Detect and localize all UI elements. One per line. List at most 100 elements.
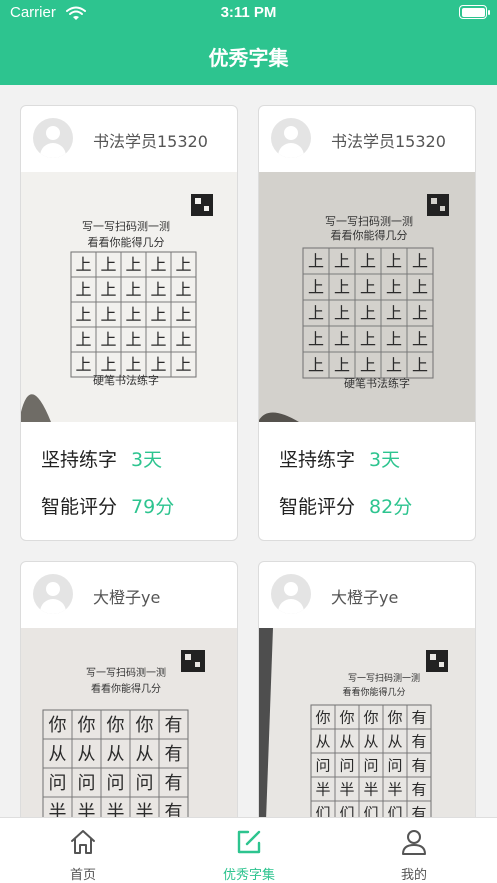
sheet-subtitle: 看看你能得几分 bbox=[331, 228, 408, 242]
work-card[interactable]: 大橙子ye 写一写扫码测一测 看看你能得几分 你你你你有从从从从有问问问问有半半… bbox=[258, 561, 476, 817]
sheet-title: 写一写扫码测一测 bbox=[82, 220, 170, 233]
practice-character: 有 bbox=[411, 732, 426, 750]
practice-character: 从 bbox=[136, 744, 154, 765]
practice-days: 坚持练字 3天 bbox=[41, 445, 162, 472]
practice-character: 们 bbox=[339, 804, 354, 817]
calligraphy-photo[interactable]: 写一写扫码测一测 看看你能得几分 你你你你有从从从从有问问问问有半半半半有们们们… bbox=[259, 628, 475, 817]
practice-days-label: 坚持练字 bbox=[279, 449, 356, 471]
practice-character: 从 bbox=[78, 744, 96, 765]
practice-character: 问 bbox=[78, 773, 96, 794]
username[interactable]: 大橙子ye bbox=[93, 584, 160, 608]
practice-character: 们 bbox=[387, 804, 402, 817]
tab-home-label: 首页 bbox=[69, 868, 96, 883]
sheet-title: 写一写扫码测一测 bbox=[325, 215, 413, 228]
sheet-title: 写一写扫码测一测 bbox=[86, 666, 166, 679]
status-bar: Carrier 3:11 PM bbox=[0, 0, 497, 28]
sheet-title: 写一写扫码测一测 bbox=[348, 672, 420, 684]
practice-character: 上 bbox=[412, 278, 428, 297]
practice-character: 有 bbox=[411, 780, 426, 798]
avatar[interactable] bbox=[33, 118, 73, 158]
practice-character: 有 bbox=[165, 744, 183, 765]
practice-character: 上 bbox=[100, 330, 116, 349]
practice-character: 上 bbox=[360, 304, 376, 323]
practice-character: 有 bbox=[411, 708, 426, 726]
practice-character: 上 bbox=[386, 330, 402, 349]
calligraphy-photo[interactable]: 写一写扫码测一测 看看你能得几分 上上上上上上上上上上上上上上上上上上上上上上上… bbox=[259, 172, 475, 422]
practice-character: 从 bbox=[107, 744, 125, 765]
practice-days-value: 3天 bbox=[369, 449, 401, 471]
practice-character: 半 bbox=[387, 780, 402, 798]
practice-character: 半 bbox=[339, 780, 354, 798]
work-card[interactable]: 书法学员15320 写一写扫码测一测 看看你能得几分 上上上上上上上上上上上上上… bbox=[258, 105, 476, 541]
practice-character: 上 bbox=[125, 305, 141, 324]
practice-character: 上 bbox=[175, 330, 191, 349]
practice-character: 上 bbox=[175, 255, 191, 274]
practice-character: 上 bbox=[125, 355, 141, 374]
practice-character: 你 bbox=[363, 708, 378, 726]
practice-character: 你 bbox=[136, 715, 154, 736]
practice-character: 上 bbox=[150, 330, 166, 349]
nav-header: Carrier 3:11 PM 优秀字集 bbox=[0, 0, 497, 85]
sheet-footer: 硬笔书法练字 bbox=[93, 373, 159, 387]
practice-character: 上 bbox=[150, 255, 166, 274]
ai-score-label: 智能评分 bbox=[41, 496, 118, 518]
calligraphy-photo[interactable]: 写一写扫码测一测 看看你能得几分 上上上上上上上上上上上上上上上上上上上上上上上… bbox=[21, 172, 237, 422]
card-header: 书法学员15320 bbox=[21, 106, 237, 172]
practice-character: 上 bbox=[360, 356, 376, 375]
practice-character: 上 bbox=[150, 305, 166, 324]
practice-character: 上 bbox=[334, 330, 350, 349]
practice-days-value: 3天 bbox=[131, 449, 163, 471]
works-grid[interactable]: 书法学员15320 写一写扫码测一测 看看你能得几分 上上上上上上上上上上上上上… bbox=[0, 85, 497, 817]
practice-character: 半 bbox=[136, 802, 154, 817]
practice-character: 问 bbox=[107, 773, 125, 794]
practice-character: 上 bbox=[308, 278, 324, 297]
practice-character: 问 bbox=[339, 756, 354, 774]
practice-character: 上 bbox=[75, 330, 91, 349]
tab-works[interactable]: 优秀字集 bbox=[189, 818, 309, 883]
tab-home[interactable]: 首页 bbox=[23, 818, 143, 883]
practice-character: 上 bbox=[100, 355, 116, 374]
practice-character: 问 bbox=[363, 756, 378, 774]
practice-character: 上 bbox=[308, 356, 324, 375]
practice-character: 上 bbox=[412, 356, 428, 375]
ai-score-value: 79分 bbox=[131, 496, 175, 518]
tab-bar: 首页 优秀字集 我的 bbox=[0, 817, 497, 883]
sheet-subtitle: 看看你能得几分 bbox=[91, 682, 161, 695]
sheet-subtitle: 看看你能得几分 bbox=[88, 235, 165, 249]
work-card[interactable]: 大橙子ye 写一写扫码测一测 看看你能得几分 你你你你有从从从从有问问问问有半半… bbox=[20, 561, 238, 817]
practice-character: 上 bbox=[125, 330, 141, 349]
practice-character: 上 bbox=[386, 278, 402, 297]
practice-days: 坚持练字 3天 bbox=[279, 445, 400, 472]
practice-character: 你 bbox=[387, 708, 402, 726]
practice-character: 上 bbox=[360, 278, 376, 297]
avatar[interactable] bbox=[33, 574, 73, 614]
card-header: 书法学员15320 bbox=[259, 106, 475, 172]
practice-character: 上 bbox=[100, 255, 116, 274]
calligraphy-photo[interactable]: 写一写扫码测一测 看看你能得几分 你你你你有从从从从有问问问问有半半半半有 bbox=[21, 628, 237, 817]
practice-character: 上 bbox=[100, 305, 116, 324]
practice-character: 上 bbox=[125, 280, 141, 299]
avatar[interactable] bbox=[271, 574, 311, 614]
clock: 3:11 PM bbox=[220, 4, 277, 21]
tab-profile[interactable]: 我的 bbox=[354, 818, 474, 883]
practice-character: 上 bbox=[334, 278, 350, 297]
card-header: 大橙子ye bbox=[21, 562, 237, 628]
qr-code-icon bbox=[427, 194, 449, 216]
username[interactable]: 书法学员15320 bbox=[331, 128, 446, 152]
practice-character: 半 bbox=[78, 802, 96, 817]
practice-character: 上 bbox=[308, 330, 324, 349]
practice-character: 你 bbox=[49, 715, 67, 736]
practice-character: 上 bbox=[386, 356, 402, 375]
qr-code-icon bbox=[181, 650, 205, 672]
sheet-footer: 硬笔书法练字 bbox=[344, 376, 410, 390]
practice-character: 问 bbox=[315, 756, 330, 774]
username[interactable]: 书法学员15320 bbox=[93, 128, 208, 152]
practice-character: 们 bbox=[363, 804, 378, 817]
username[interactable]: 大橙子ye bbox=[331, 584, 398, 608]
ai-score: 智能评分 82分 bbox=[279, 492, 412, 519]
avatar[interactable] bbox=[271, 118, 311, 158]
work-card[interactable]: 书法学员15320 写一写扫码测一测 看看你能得几分 上上上上上上上上上上上上上… bbox=[20, 105, 238, 541]
practice-character: 上 bbox=[412, 304, 428, 323]
practice-character: 问 bbox=[49, 773, 67, 794]
practice-character: 们 bbox=[315, 804, 330, 817]
